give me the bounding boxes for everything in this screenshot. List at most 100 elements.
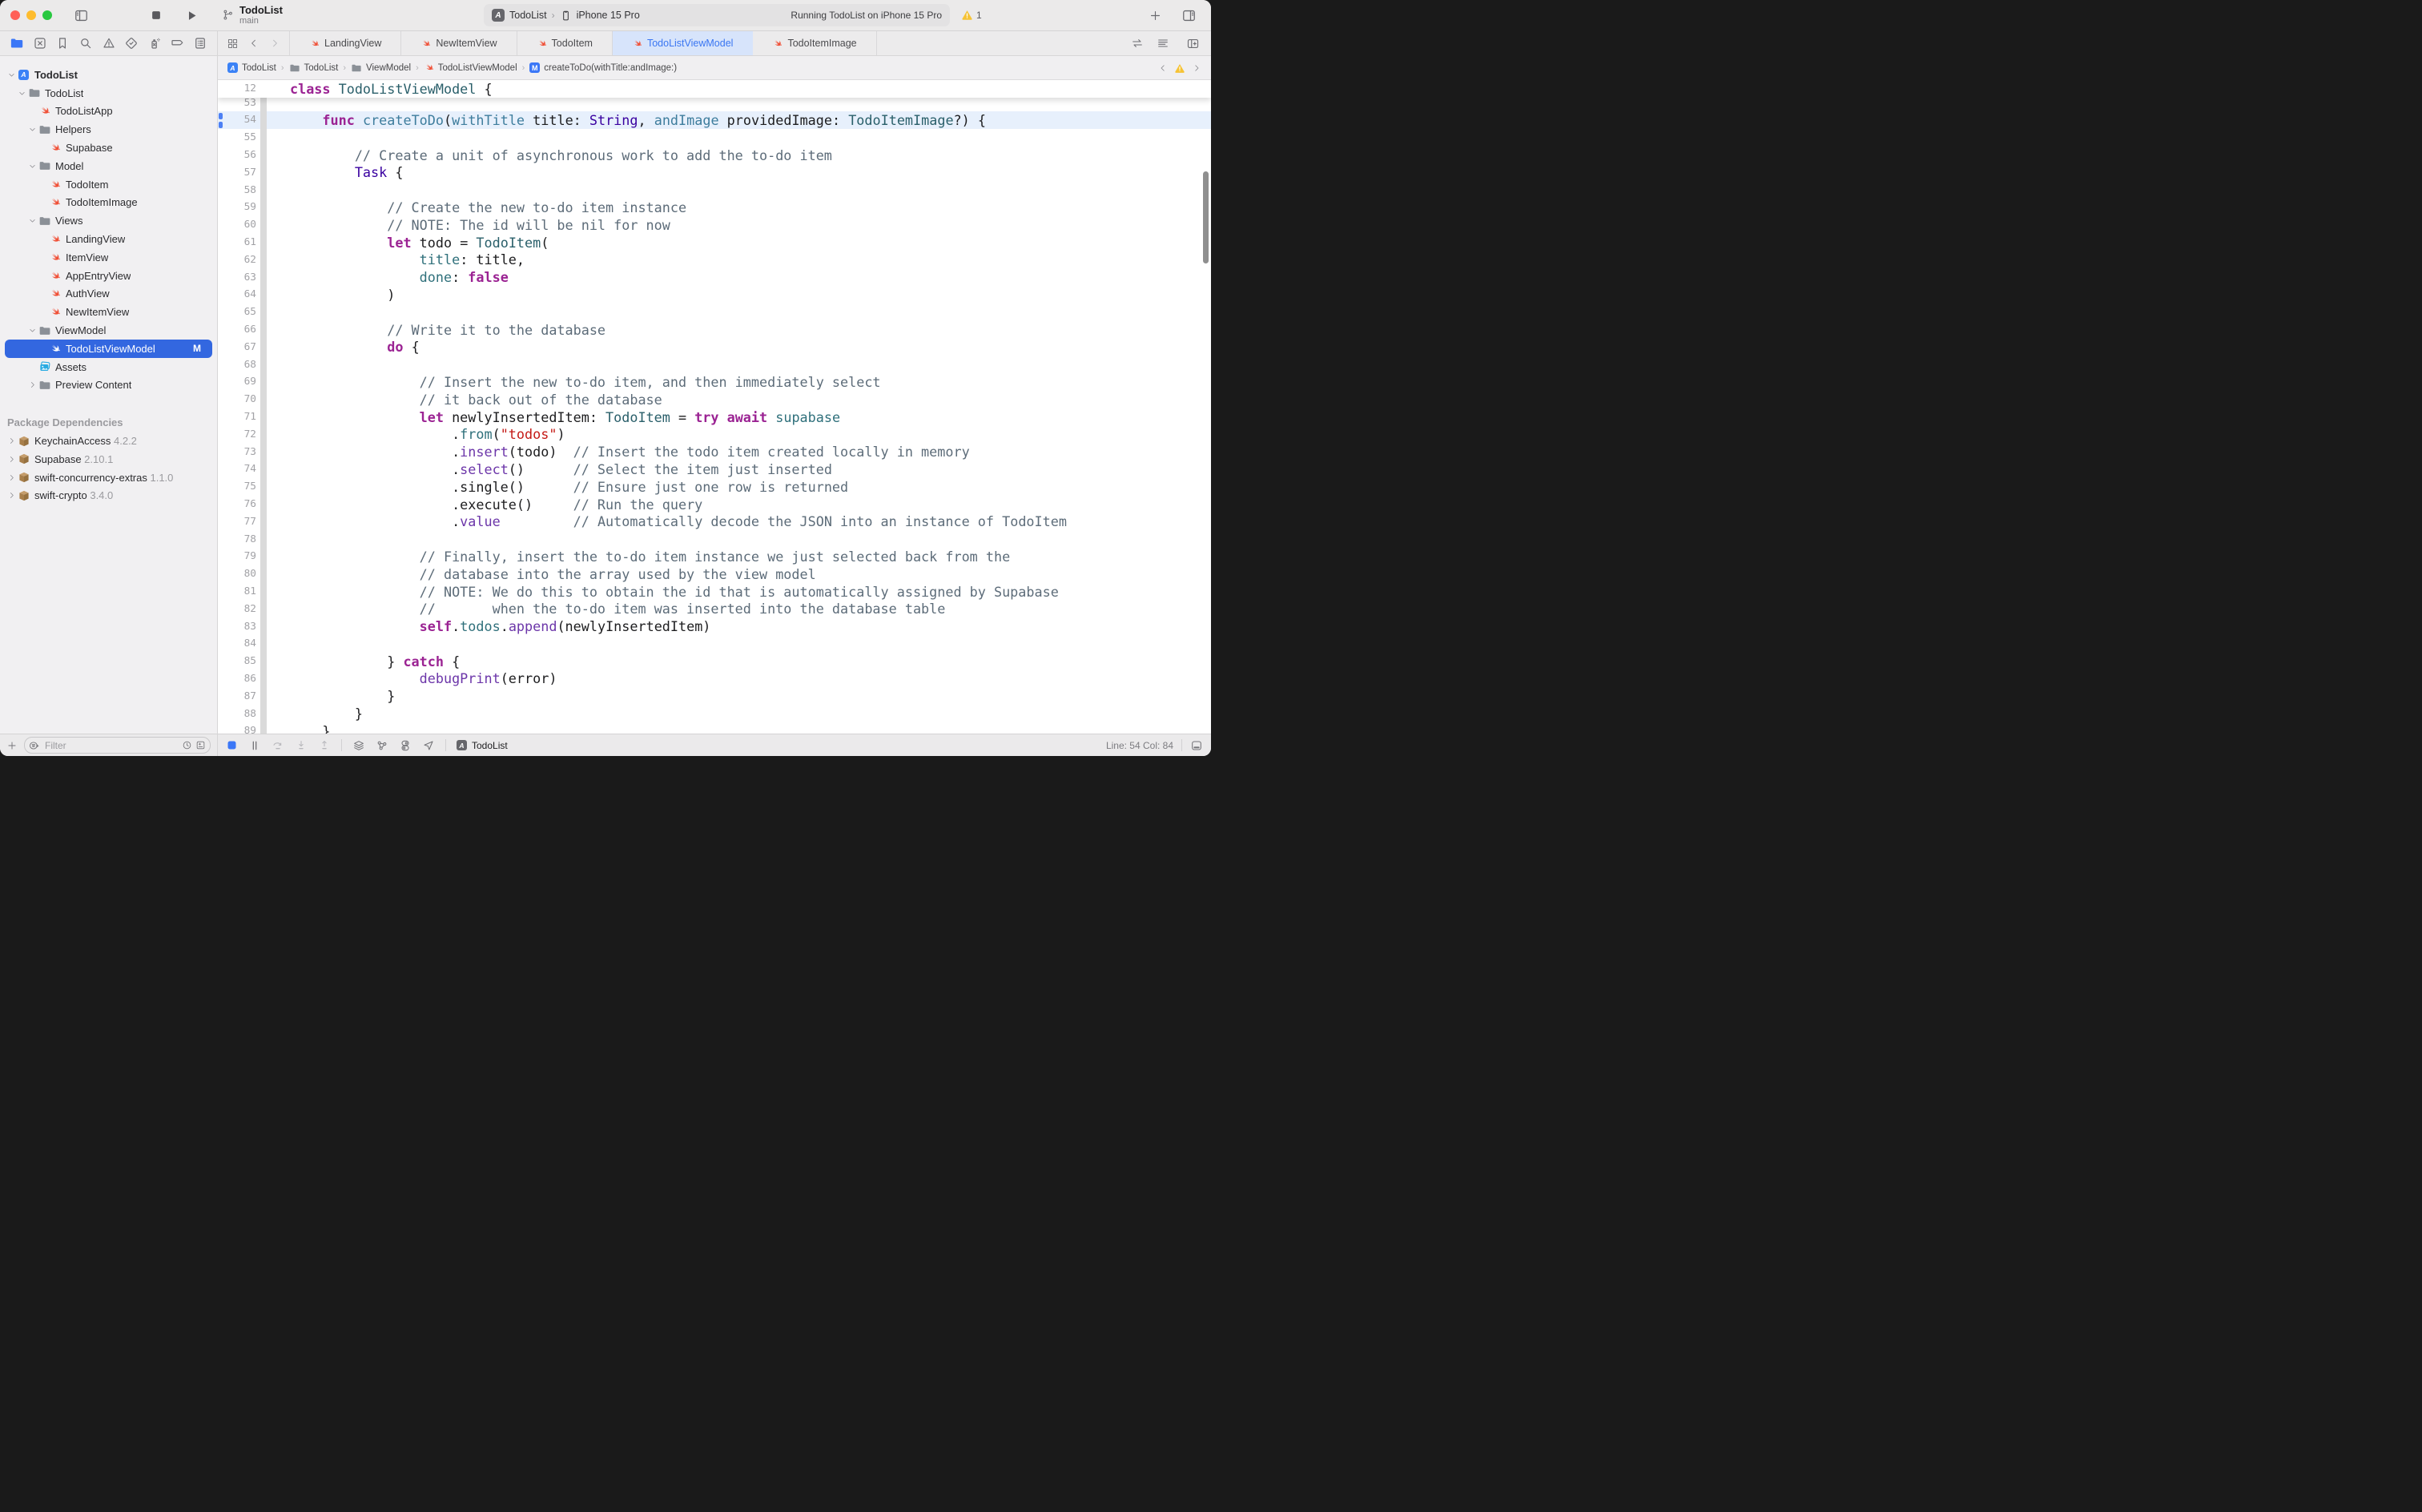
line-number[interactable]: 78 (218, 533, 256, 545)
chevron-down-icon[interactable] (6, 70, 17, 79)
zoom-window-button[interactable] (42, 10, 52, 20)
chevron-down-icon[interactable] (27, 216, 38, 225)
line-number[interactable]: 89 (218, 725, 256, 734)
sidebar-item-LandingView[interactable]: LandingView (0, 230, 217, 248)
chevron-right-icon[interactable] (27, 380, 38, 389)
search-icon[interactable] (78, 36, 93, 50)
sidebar-item-TodoItemImage[interactable]: TodoItemImage (0, 194, 217, 212)
pause-icon[interactable] (248, 739, 261, 752)
sidebar-item-TodoList[interactable]: ATodoList (0, 66, 217, 84)
chevron-right-icon[interactable] (6, 491, 17, 500)
sidebar-item-TodoList[interactable]: TodoList (0, 84, 217, 103)
line-number[interactable]: 57 (218, 167, 256, 179)
sidebar-item-AuthView[interactable]: AuthView (0, 285, 217, 304)
environment-overrides-icon[interactable] (399, 739, 412, 752)
line-number[interactable]: 75 (218, 481, 256, 493)
breadcrumb-item[interactable]: McreateToDo(withTitle:andImage:) (529, 62, 677, 73)
swap-editor-icon[interactable] (1126, 37, 1149, 50)
tab-TodoItem[interactable]: TodoItem (517, 31, 613, 55)
line-number[interactable]: 63 (218, 271, 256, 284)
editor-options-icon[interactable] (1190, 739, 1203, 752)
forward-button[interactable] (265, 38, 284, 49)
project-navigator-icon[interactable] (10, 36, 24, 50)
line-number[interactable]: 67 (218, 341, 256, 353)
breadcrumb-item[interactable]: TodoList (289, 62, 339, 74)
code-editor[interactable]: 5354 func createToDo(withTitle title: St… (218, 80, 1211, 734)
add-file-icon[interactable] (6, 740, 18, 751)
line-number[interactable]: 76 (218, 498, 256, 510)
line-number[interactable]: 12 (218, 82, 256, 94)
sidebar-item-TodoListViewModel[interactable]: TodoListViewModelM (5, 340, 212, 358)
package-item-swift-concurrency-extras[interactable]: swift-concurrency-extras 1.1.0 (0, 468, 217, 487)
filter-field[interactable] (24, 737, 211, 754)
chevron-down-icon[interactable] (27, 125, 38, 134)
sidebar-item-TodoItem[interactable]: TodoItem (0, 175, 217, 194)
sidebar-item-Assets[interactable]: Assets (0, 358, 217, 376)
sidebar-item-TodoListApp[interactable]: TodoListApp (0, 103, 217, 121)
line-number[interactable]: 60 (218, 219, 256, 231)
line-number[interactable]: 68 (218, 359, 256, 371)
sidebar-item-Model[interactable]: Model (0, 157, 217, 175)
line-number[interactable]: 53 (218, 97, 256, 109)
sidebar-item-NewItemView[interactable]: NewItemView (0, 303, 217, 321)
minimap-toggle-icon[interactable] (1152, 37, 1174, 50)
running-app[interactable]: A TodoList (457, 740, 508, 751)
line-number[interactable]: 72 (218, 428, 256, 440)
tab-TodoItemImage[interactable]: TodoItemImage (753, 31, 876, 55)
add-editor-icon[interactable] (1181, 37, 1205, 50)
tab-TodoListViewModel[interactable]: TodoListViewModel (613, 31, 753, 55)
simulate-location-icon[interactable] (422, 739, 435, 752)
line-number[interactable]: 55 (218, 131, 256, 143)
chevron-right-icon[interactable] (6, 473, 17, 482)
bookmarks-icon[interactable] (55, 36, 70, 50)
line-number[interactable]: 85 (218, 655, 256, 667)
line-number[interactable]: 84 (218, 637, 256, 649)
breadcrumb-item[interactable]: ATodoList (227, 62, 276, 73)
chevron-right-icon[interactable] (6, 436, 17, 445)
toggle-navigator-icon[interactable] (70, 5, 92, 26)
line-number[interactable]: 86 (218, 673, 256, 685)
line-number[interactable]: 73 (218, 446, 256, 458)
view-hierarchy-icon[interactable] (352, 739, 365, 752)
sidebar-item-ItemView[interactable]: ItemView (0, 248, 217, 267)
previous-issue-icon[interactable] (1158, 63, 1168, 73)
line-number[interactable]: 71 (218, 411, 256, 423)
package-item-Supabase[interactable]: Supabase 2.10.1 (0, 450, 217, 468)
reports-icon[interactable] (193, 36, 207, 50)
line-number[interactable]: 59 (218, 201, 256, 213)
issues-icon[interactable] (102, 36, 116, 50)
line-number[interactable]: 62 (218, 254, 256, 266)
chevron-down-icon[interactable] (27, 162, 38, 171)
line-number[interactable]: 69 (218, 376, 256, 388)
chevron-down-icon[interactable] (27, 326, 38, 335)
recent-files-icon[interactable] (182, 740, 192, 750)
breakpoints-icon[interactable] (170, 36, 184, 50)
line-number[interactable]: 65 (218, 306, 256, 318)
run-button[interactable] (180, 5, 203, 26)
line-number[interactable]: 64 (218, 288, 256, 300)
line-number[interactable]: 61 (218, 236, 256, 248)
line-number[interactable]: 74 (218, 463, 256, 475)
line-number[interactable]: 77 (218, 516, 256, 528)
breadcrumb-item[interactable]: TodoListViewModel (424, 62, 517, 73)
back-button[interactable] (244, 38, 264, 49)
project-header[interactable]: TodoList main (222, 5, 283, 26)
sidebar-item-Preview-Content[interactable]: Preview Content (0, 376, 217, 395)
sidebar-item-Supabase[interactable]: Supabase (0, 139, 217, 157)
source-control-icon[interactable] (33, 36, 47, 50)
line-number[interactable]: 81 (218, 585, 256, 597)
breakpoints-toggle-icon[interactable] (226, 739, 238, 751)
step-over-icon[interactable] (272, 739, 284, 752)
activity-status[interactable]: Running TodoList on iPhone 15 Pro (791, 10, 942, 21)
next-issue-icon[interactable] (1192, 63, 1201, 73)
line-number[interactable]: 56 (218, 149, 256, 161)
step-out-icon[interactable] (318, 739, 331, 752)
sidebar-item-Helpers[interactable]: Helpers (0, 120, 217, 139)
memory-graph-icon[interactable] (376, 739, 388, 752)
sidebar-item-Views[interactable]: Views (0, 211, 217, 230)
scm-filter-icon[interactable] (195, 740, 206, 750)
step-into-icon[interactable] (295, 739, 308, 752)
line-number[interactable]: 66 (218, 324, 256, 336)
tests-icon[interactable] (124, 36, 139, 50)
filter-input[interactable] (43, 739, 179, 752)
